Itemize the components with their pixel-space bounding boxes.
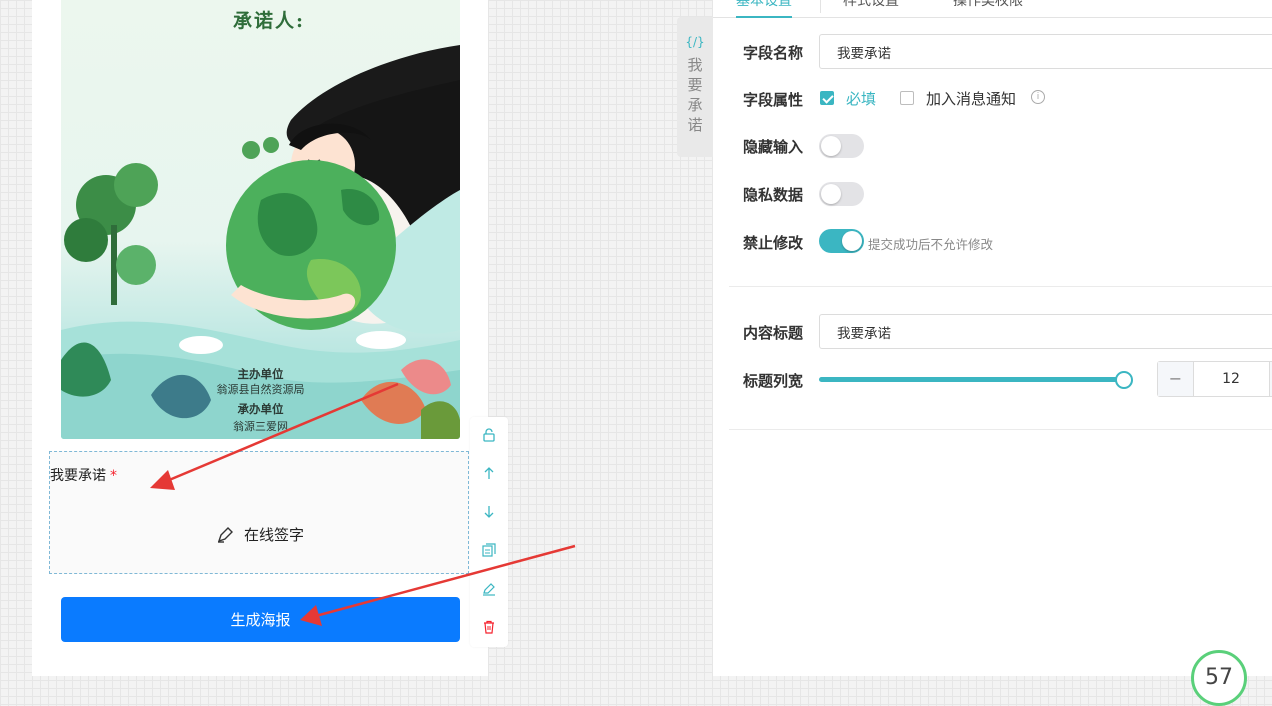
required-checkbox[interactable]	[820, 91, 834, 105]
required-mark: *	[110, 468, 117, 484]
minus-icon[interactable]: −	[1158, 362, 1194, 396]
delete-icon[interactable]	[481, 619, 497, 635]
score-badge: 57	[1191, 650, 1247, 706]
lock-edit-switch[interactable]	[819, 229, 864, 253]
section-divider	[729, 286, 1272, 287]
poster-title: 承诺人:	[233, 10, 306, 32]
notify-checkbox[interactable]	[900, 91, 914, 105]
field-attr-label: 字段属性	[743, 91, 804, 109]
content-title-label: 内容标题	[743, 324, 804, 342]
side-tab-label: 我要承诺	[687, 56, 703, 134]
field-name-input[interactable]	[819, 34, 1272, 69]
online-sign-label: 在线签字	[244, 526, 305, 544]
hide-input-switch[interactable]	[819, 134, 864, 158]
settings-tabs: 基本设置 样式设置 操作类权限	[713, 0, 1272, 18]
code-icon: {/}	[685, 35, 705, 49]
form-preview-panel: 承诺人: 主办单位 翁源县自然资源局 承办单位 翁源三爱网 我要承诺 * 在线签字…	[32, 0, 488, 676]
field-label: 我要承诺 *	[50, 465, 117, 485]
field-label-text: 我要承诺	[50, 468, 106, 484]
poster-image: 承诺人: 主办单位 翁源县自然资源局 承办单位 翁源三爱网	[61, 0, 460, 439]
title-width-value[interactable]: 12	[1193, 362, 1269, 396]
coorganizer-label: 承办单位	[237, 402, 284, 416]
info-icon[interactable]: i	[1031, 90, 1045, 104]
generate-poster-button[interactable]: 生成海报	[61, 597, 460, 642]
arrow-down-icon[interactable]	[481, 504, 497, 520]
lock-edit-label: 禁止修改	[743, 234, 804, 252]
copy-icon[interactable]	[481, 542, 497, 558]
signature-field[interactable]: 我要承诺 * 在线签字	[49, 451, 469, 574]
lock-edit-hint: 提交成功后不允许修改	[868, 237, 994, 252]
required-checkbox-label: 必填	[846, 90, 877, 108]
arrow-up-icon[interactable]	[481, 465, 497, 481]
switch-knob	[821, 184, 841, 204]
title-width-slider[interactable]	[819, 377, 1123, 382]
private-data-label: 隐私数据	[743, 186, 804, 204]
unlock-icon[interactable]	[481, 427, 497, 443]
tab-style[interactable]: 样式设置	[843, 0, 899, 10]
switch-knob	[842, 231, 862, 251]
pen-icon	[217, 526, 233, 543]
online-sign-button[interactable]: 在线签字	[216, 524, 304, 545]
tab-divider	[820, 0, 821, 13]
coorganizer-name: 翁源三爱网	[233, 420, 288, 433]
title-width-label: 标题列宽	[743, 372, 804, 390]
switch-knob	[821, 136, 841, 156]
edit-icon[interactable]	[481, 581, 497, 597]
private-data-switch[interactable]	[819, 182, 864, 206]
field-toolbar	[470, 417, 508, 647]
section-divider	[729, 429, 1272, 430]
settings-panel: 基本设置 样式设置 操作类权限 字段名称 字段属性 必填 加入消息通知 i 隐藏…	[713, 0, 1272, 706]
side-tab-field[interactable]: {/} 我要承诺	[677, 17, 713, 157]
content-title-input[interactable]	[819, 314, 1272, 349]
organizer-name: 翁源县自然资源局	[216, 383, 305, 396]
notify-checkbox-label: 加入消息通知	[926, 90, 1017, 108]
organizer-label: 主办单位	[237, 367, 284, 381]
hide-input-label: 隐藏输入	[743, 138, 804, 156]
title-width-slider-handle[interactable]	[1115, 371, 1133, 389]
title-width-stepper[interactable]: − 12	[1157, 361, 1272, 397]
tab-basic[interactable]: 基本设置	[736, 0, 792, 18]
tab-permissions[interactable]: 操作类权限	[953, 0, 1023, 10]
field-name-label: 字段名称	[743, 44, 804, 62]
